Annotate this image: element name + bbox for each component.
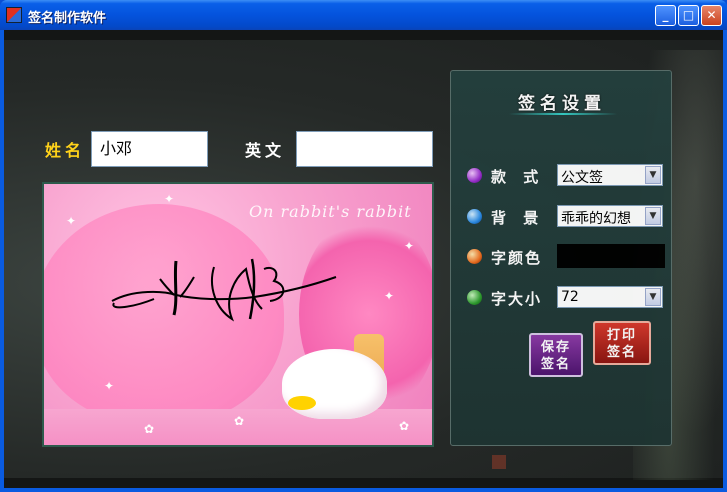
orange-orb-icon <box>467 249 482 264</box>
save-button-line1: 保存 <box>540 340 571 355</box>
size-select[interactable]: 72 ▼ <box>557 286 663 308</box>
maximize-button[interactable]: □ <box>678 5 699 26</box>
preview-watermark: On rabbit's rabbit <box>249 202 412 221</box>
blue-orb-icon <box>467 209 482 224</box>
print-signature-button[interactable]: 打印 签名 <box>593 321 651 365</box>
sparkle: ✦ <box>384 289 395 303</box>
sparkle: ✿ <box>399 419 410 433</box>
sparkle: ✦ <box>164 192 175 206</box>
sparkle: ✿ <box>234 414 245 428</box>
color-label: 字颜色 <box>491 249 543 267</box>
dropdown-arrow-icon[interactable]: ▼ <box>645 166 661 184</box>
size-label: 字大小 <box>491 290 543 308</box>
chick-illustration <box>288 396 316 410</box>
sparkle: ✦ <box>104 379 115 393</box>
signature-preview: On rabbit's rabbit ✦ ✦ ✦ ✦ ✦ ✿ ✿ ✿ <box>42 182 434 447</box>
minimize-button[interactable]: _ <box>655 5 676 26</box>
sparkle: ✦ <box>66 214 77 228</box>
title-underline <box>509 113 617 115</box>
sparkle: ✿ <box>144 422 155 436</box>
dropdown-arrow-icon[interactable]: ▼ <box>645 207 661 225</box>
background-select[interactable]: 乖乖的幻想 ▼ <box>557 205 663 227</box>
signature-strokes <box>111 258 337 322</box>
background-label: 背 景 <box>491 209 545 227</box>
settings-panel: 签名设置 款 式 公文签 ▼ 背 景 乖乖的幻想 ▼ 字颜色 字大小 72 ▼ … <box>450 70 672 446</box>
top-band <box>4 30 723 40</box>
app-icon <box>6 7 22 23</box>
window-title: 签名制作软件 <box>28 11 107 26</box>
english-label: 英文 <box>245 141 286 160</box>
style-select[interactable]: 公文签 ▼ <box>557 164 663 186</box>
green-orb-icon <box>467 290 482 305</box>
title-bar[interactable]: 签名制作软件 _ □ ✕ <box>0 0 727 30</box>
decorative-stamp <box>492 455 506 469</box>
print-button-line1: 打印 <box>606 328 637 343</box>
save-button-line2: 签名 <box>540 357 571 372</box>
save-signature-button[interactable]: 保存 签名 <box>529 333 583 377</box>
client-area: 姓名 小邓 英文 On rabbit's rabbit ✦ ✦ ✦ ✦ ✦ ✿ … <box>4 30 723 488</box>
dropdown-arrow-icon[interactable]: ▼ <box>645 288 661 306</box>
print-button-line2: 签名 <box>606 345 637 360</box>
color-swatch[interactable] <box>557 244 665 268</box>
close-button[interactable]: ✕ <box>701 5 722 26</box>
app-window: 签名制作软件 _ □ ✕ 姓名 小邓 英文 On rabbit's rabbit <box>0 0 727 492</box>
background-select-value: 乖乖的幻想 <box>561 211 631 227</box>
name-input[interactable]: 小邓 <box>91 131 208 167</box>
settings-title: 签名设置 <box>518 94 606 114</box>
purple-orb-icon <box>467 168 482 183</box>
size-select-value: 72 <box>561 289 579 305</box>
english-input[interactable] <box>296 131 433 167</box>
style-select-value: 公文签 <box>561 170 603 186</box>
name-label: 姓名 <box>45 141 86 160</box>
bottom-band <box>4 478 723 488</box>
sparkle: ✦ <box>404 239 415 253</box>
style-label: 款 式 <box>491 168 545 186</box>
